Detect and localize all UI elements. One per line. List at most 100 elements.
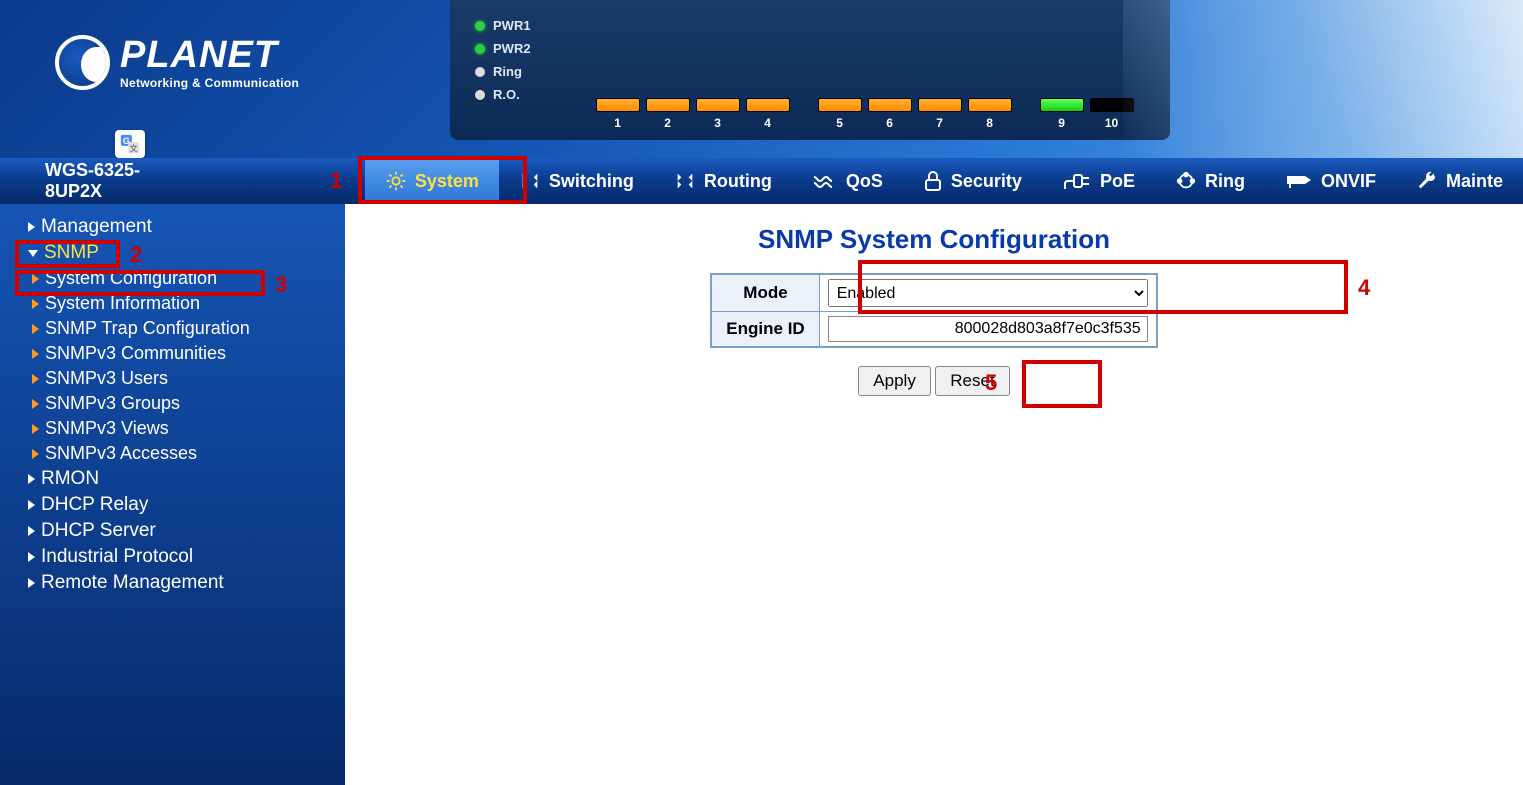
chevron-right-icon	[28, 552, 35, 562]
sidebar-item-management[interactable]: Management	[0, 214, 345, 240]
annotation-num-3: 3	[275, 272, 287, 298]
sidebar-item-label: SNMPv3 Communities	[45, 343, 226, 364]
apply-button[interactable]: Apply	[858, 366, 931, 396]
sidebar-item-label: DHCP Server	[41, 520, 156, 542]
sidebar-item-snmp[interactable]: SNMP	[0, 240, 345, 266]
sidebar-item-snmpv3-accesses[interactable]: SNMPv3 Accesses	[0, 441, 345, 466]
header: PLANET Networking & Communication G 文 PW…	[0, 0, 1523, 158]
chevron-right-icon	[32, 449, 39, 459]
sidebar-item-industrial-protocol[interactable]: Industrial Protocol	[0, 544, 345, 570]
tab-poe[interactable]: PoE	[1042, 158, 1155, 204]
sidebar-item-label: RMON	[41, 468, 99, 490]
chevron-right-icon	[28, 526, 35, 536]
sidebar-item-label: SNMPv3 Groups	[45, 393, 180, 414]
sidebar-item-snmpv3-views[interactable]: SNMPv3 Views	[0, 416, 345, 441]
page-title: SNMP System Configuration	[385, 224, 1483, 255]
engine-id-input[interactable]	[828, 316, 1148, 342]
lock-icon	[923, 170, 943, 192]
tab-routing[interactable]: Routing	[654, 158, 792, 204]
port-label: 5	[836, 116, 843, 130]
port-jack-icon	[1040, 98, 1084, 112]
sidebar-item-label: SNMPv3 Accesses	[45, 443, 197, 464]
sidebar-item-rmon[interactable]: RMON	[0, 466, 345, 492]
tab-label: PoE	[1100, 171, 1135, 192]
chevron-down-icon	[28, 250, 38, 257]
planet-logo-icon	[55, 35, 110, 90]
sidebar-item-dhcp-relay[interactable]: DHCP Relay	[0, 492, 345, 518]
led-label: Ring	[493, 64, 522, 79]
led-ring: Ring	[475, 64, 531, 79]
port-label: 3	[714, 116, 721, 130]
port-label: 9	[1058, 116, 1065, 130]
port-label: 6	[886, 116, 893, 130]
sidebar-item-snmpv3-communities[interactable]: SNMPv3 Communities	[0, 341, 345, 366]
tab-label: Mainte	[1446, 171, 1503, 192]
led-ro.: R.O.	[475, 87, 531, 102]
port-jack-icon	[818, 98, 862, 112]
translate-icon[interactable]: G 文	[115, 130, 145, 158]
sidebar-item-system-information[interactable]: System Information	[0, 291, 345, 316]
tab-onvif[interactable]: ONVIF	[1265, 158, 1396, 204]
port-jack-icon	[868, 98, 912, 112]
sidebar-item-remote-management[interactable]: Remote Management	[0, 570, 345, 596]
device-panel: PWR1PWR2RingR.O. 12345678910	[450, 0, 1170, 140]
port-7: 7	[918, 98, 962, 130]
tab-label: ONVIF	[1321, 171, 1376, 192]
port-jack-icon	[596, 98, 640, 112]
sidebar-item-system-configuration[interactable]: System Configuration	[0, 266, 345, 291]
ring-icon	[1175, 170, 1197, 192]
port-jack-icon	[968, 98, 1012, 112]
sidebar-item-snmpv3-groups[interactable]: SNMPv3 Groups	[0, 391, 345, 416]
chevron-right-icon	[32, 424, 39, 434]
tab-qos[interactable]: QoS	[792, 158, 903, 204]
gear-icon	[385, 170, 407, 192]
led-label: PWR1	[493, 18, 531, 33]
tab-label: Routing	[704, 171, 772, 192]
chevron-right-icon	[28, 474, 35, 484]
tab-system[interactable]: System	[365, 158, 499, 204]
led-indicator-icon	[475, 21, 485, 31]
reset-button[interactable]: Reset	[935, 366, 1009, 396]
port-2: 2	[646, 98, 690, 130]
arrows-icon	[519, 170, 541, 192]
chevron-right-icon	[28, 222, 35, 232]
tab-label: QoS	[846, 171, 883, 192]
chevron-right-icon	[32, 399, 39, 409]
arrows-icon	[674, 170, 696, 192]
tab-label: Switching	[549, 171, 634, 192]
tab-mainte[interactable]: Mainte	[1396, 158, 1523, 204]
mode-label: Mode	[711, 274, 819, 312]
port-3: 3	[696, 98, 740, 130]
brand-logo: PLANET Networking & Communication	[55, 35, 299, 90]
sidebar-item-snmpv3-users[interactable]: SNMPv3 Users	[0, 366, 345, 391]
tab-ring[interactable]: Ring	[1155, 158, 1265, 204]
config-table: Mode EnabledDisabled Engine ID	[710, 273, 1157, 348]
annotation-num-5: 5	[985, 370, 997, 396]
port-label: 7	[936, 116, 943, 130]
annotation-num-1: 1	[330, 168, 342, 194]
svg-text:文: 文	[130, 143, 138, 153]
sidebar-item-label: System Configuration	[45, 268, 217, 289]
sidebar-item-label: DHCP Relay	[41, 494, 148, 516]
chevron-right-icon	[28, 500, 35, 510]
chevron-right-icon	[32, 274, 39, 284]
mode-select[interactable]: EnabledDisabled	[828, 279, 1148, 307]
sidebar-item-snmp-trap-configuration[interactable]: SNMP Trap Configuration	[0, 316, 345, 341]
led-label: PWR2	[493, 41, 531, 56]
tab-security[interactable]: Security	[903, 158, 1042, 204]
sidebar-item-dhcp-server[interactable]: DHCP Server	[0, 518, 345, 544]
annotation-num-4: 4	[1358, 275, 1370, 301]
tab-label: Security	[951, 171, 1022, 192]
port-label: 1	[614, 116, 621, 130]
tab-switching[interactable]: Switching	[499, 158, 654, 204]
tab-label: Ring	[1205, 171, 1245, 192]
chevron-right-icon	[32, 349, 39, 359]
port-9: 9	[1040, 98, 1084, 130]
port-jack-icon	[1090, 98, 1134, 112]
plug-icon	[1062, 171, 1092, 191]
led-indicator-icon	[475, 90, 485, 100]
chevron-right-icon	[32, 374, 39, 384]
port-jack-icon	[918, 98, 962, 112]
chevron-right-icon	[32, 299, 39, 309]
led-pwr1: PWR1	[475, 18, 531, 33]
